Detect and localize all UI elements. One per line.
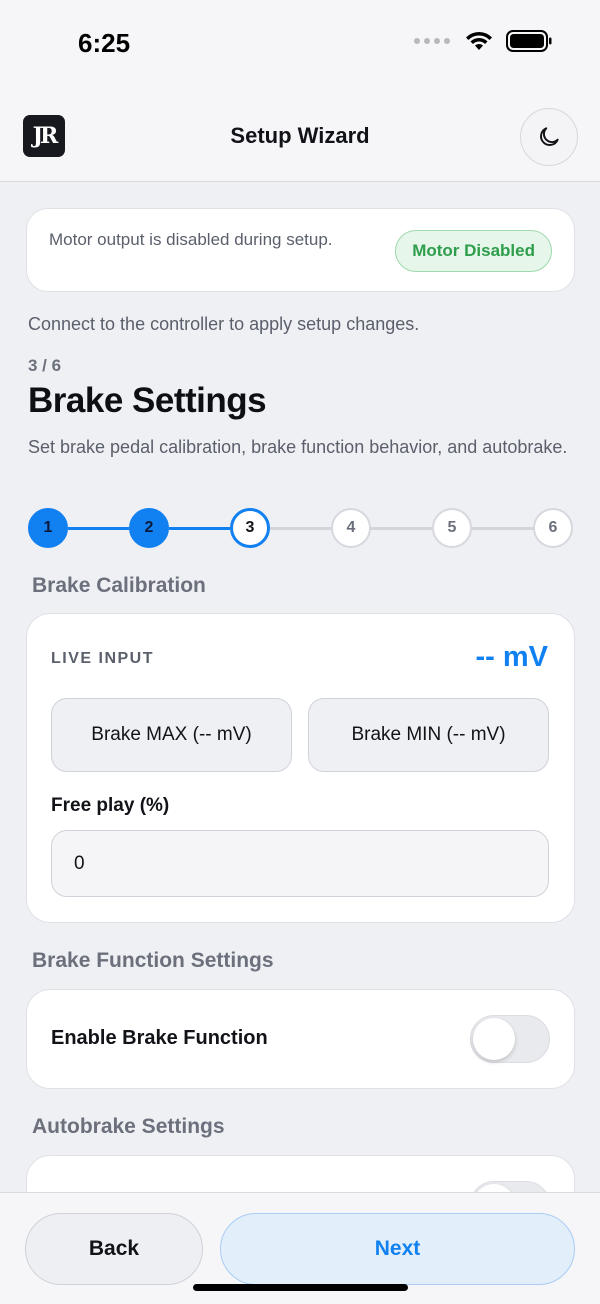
step-4-indicator: 4: [331, 508, 371, 548]
theme-toggle-button[interactable]: [520, 108, 578, 166]
step-2-indicator: 2: [129, 508, 169, 548]
free-play-input[interactable]: 0: [51, 830, 549, 897]
toggle-knob: [473, 1018, 515, 1060]
step-connector: [68, 527, 129, 530]
next-button[interactable]: Next: [220, 1213, 575, 1285]
moon-icon: [540, 127, 559, 146]
wifi-icon: [466, 31, 492, 50]
cellular-signal-icon: [414, 38, 450, 44]
brake-function-heading: Brake Function Settings: [32, 949, 274, 972]
battery-icon: [506, 30, 552, 52]
step-connector: [371, 527, 432, 530]
enable-brake-function-label: Enable Brake Function: [51, 1027, 268, 1049]
step-3-indicator: 3: [230, 508, 270, 548]
live-input-label: LIVE INPUT: [51, 650, 155, 667]
step-1-indicator: 1: [28, 508, 68, 548]
back-button[interactable]: Back: [25, 1213, 203, 1285]
brake-max-button[interactable]: Brake MAX (-- mV): [51, 698, 292, 772]
home-indicator: [193, 1284, 408, 1291]
autobrake-heading: Autobrake Settings: [32, 1115, 225, 1138]
step-connector: [270, 527, 331, 530]
live-input-value: -- mV: [475, 641, 549, 673]
step-progress: 1 2 3 4 5 6: [28, 508, 573, 548]
status-icons: [414, 30, 552, 52]
wizard-content[interactable]: Motor output is disabled during setup. M…: [0, 183, 600, 1193]
free-play-label: Free play (%): [51, 795, 170, 816]
status-time: 6:25: [78, 28, 131, 58]
step-title: Brake Settings: [28, 381, 267, 420]
motor-notice-text: Motor output is disabled during setup.: [49, 230, 333, 249]
autobrake-card: [26, 1155, 575, 1193]
brake-calibration-card: LIVE INPUT -- mV Brake MAX (-- mV) Brake…: [26, 613, 575, 923]
brake-calibration-heading: Brake Calibration: [32, 574, 206, 597]
step-connector: [472, 527, 533, 530]
brake-function-card: Enable Brake Function: [26, 989, 575, 1089]
motor-notice-card: Motor output is disabled during setup. M…: [26, 208, 575, 292]
step-counter: 3 / 6: [28, 356, 62, 375]
step-connector: [169, 527, 230, 530]
enable-brake-function-toggle[interactable]: [470, 1015, 550, 1063]
motor-status-badge: Motor Disabled: [395, 230, 552, 272]
step-5-indicator: 5: [432, 508, 472, 548]
page-header-title: Setup Wizard: [230, 123, 370, 148]
step-description: Set brake pedal calibration, brake funct…: [28, 437, 568, 457]
step-6-indicator: 6: [533, 508, 573, 548]
app-header: JR Setup Wizard: [0, 92, 600, 182]
status-bar: 6:25: [0, 0, 600, 92]
connect-message: Connect to the controller to apply setup…: [28, 314, 420, 334]
brake-min-button[interactable]: Brake MIN (-- mV): [308, 698, 549, 772]
